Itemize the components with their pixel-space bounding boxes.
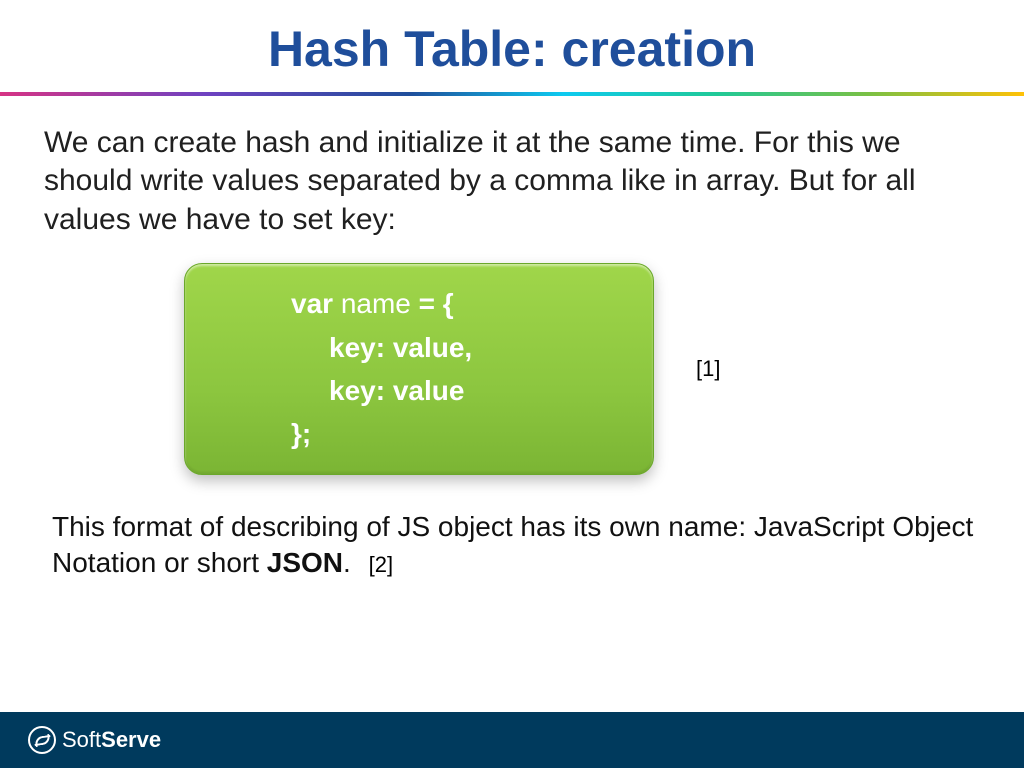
code-line-4: }; (291, 412, 625, 455)
json-bold: JSON (267, 547, 343, 578)
identifier-name: name (333, 288, 419, 319)
brand-serve: Serve (101, 727, 161, 752)
footer-bar: SoftServe (0, 712, 1024, 768)
code-block: var name = { key: value, key: value }; (184, 263, 654, 475)
code-row: var name = { key: value, key: value }; [… (44, 263, 980, 475)
brace-open: = { (419, 288, 454, 319)
code-line-3: key: value (291, 369, 625, 412)
reference-2: [2] (369, 552, 393, 577)
softserve-icon (28, 726, 56, 754)
content-area: We can create hash and initialize it at … (0, 96, 1024, 582)
slide: Hash Table: creation We can create hash … (0, 0, 1024, 768)
intro-paragraph: We can create hash and initialize it at … (44, 124, 980, 239)
brand-soft: Soft (62, 727, 101, 752)
brand-logo: SoftServe (28, 726, 161, 754)
paragraph2-text: This format of describing of JS object h… (52, 511, 973, 578)
paragraph2-dot: . (343, 547, 351, 578)
brand-text: SoftServe (62, 727, 161, 753)
page-title: Hash Table: creation (0, 0, 1024, 92)
code-line-2: key: value, (291, 326, 625, 369)
code-line-1: var name = { (291, 282, 625, 325)
keyword-var: var (291, 288, 333, 319)
reference-1: [1] (696, 356, 720, 382)
paragraph-json: This format of describing of JS object h… (44, 509, 980, 582)
